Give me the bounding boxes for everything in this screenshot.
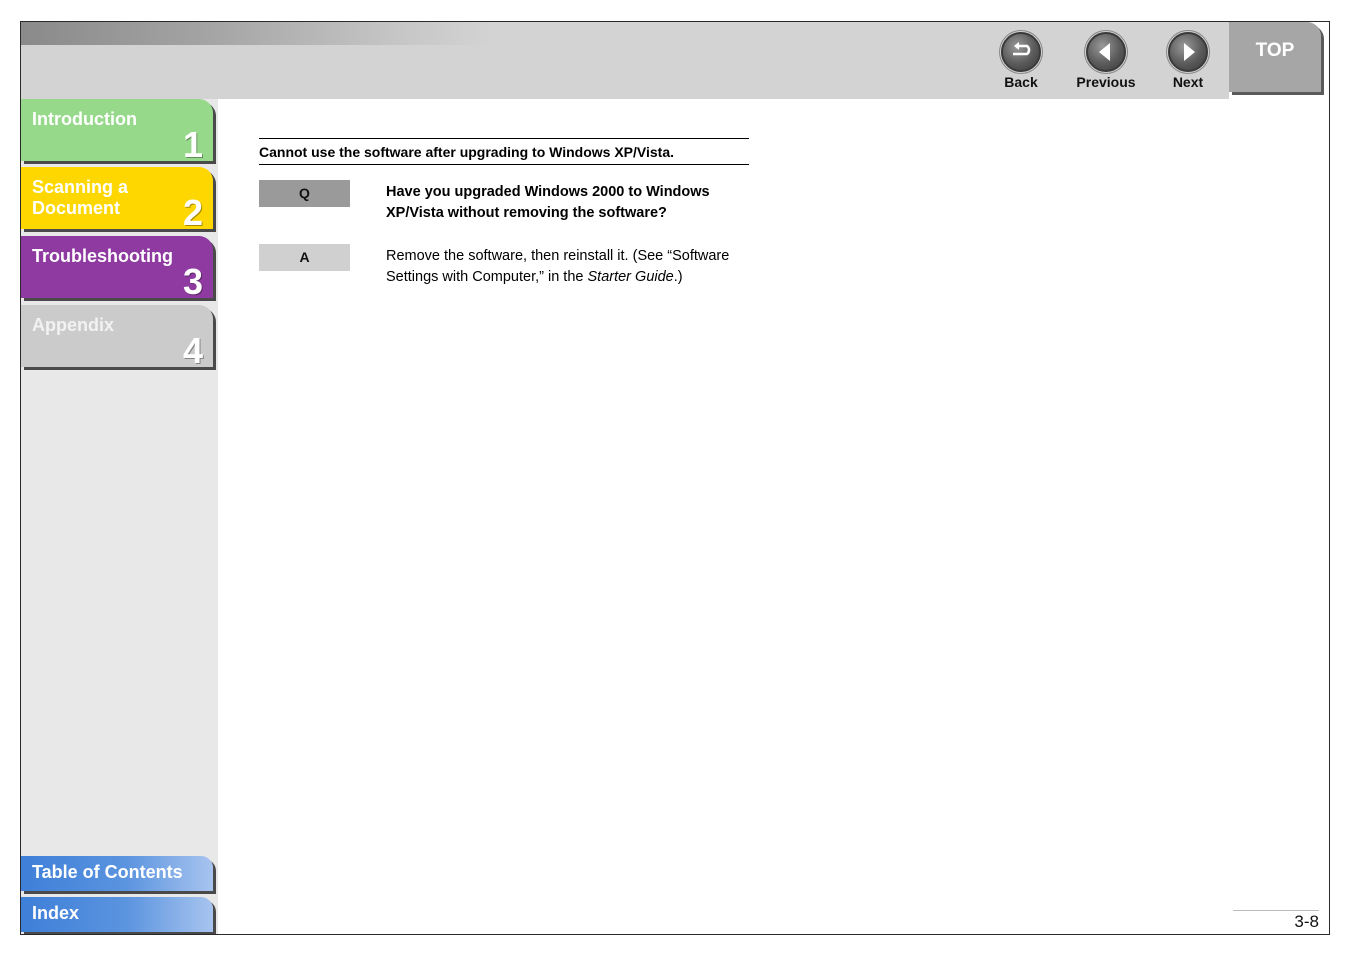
next-label: Next	[1172, 74, 1204, 90]
question-badge: Q	[259, 180, 350, 207]
chapter-label: Scanning a Document	[32, 177, 129, 218]
back-button[interactable]: Back	[981, 32, 1061, 94]
chapter-label: Appendix	[32, 315, 115, 335]
previous-label: Previous	[1076, 74, 1136, 90]
back-label: Back	[1004, 74, 1038, 90]
chapter-sidebar: Introduction 1 Scanning a Document 2 Tro…	[21, 99, 218, 934]
triangle-right-icon	[1168, 32, 1208, 72]
main-content: Cannot use the software after upgrading …	[259, 138, 749, 288]
chapter-label: Troubleshooting	[32, 246, 173, 266]
answer-guide-title[interactable]: Starter Guide	[588, 269, 674, 285]
toc-label: Table of Contents	[32, 862, 183, 882]
triangle-left-icon	[1086, 32, 1126, 72]
answer-badge: A	[259, 244, 350, 271]
question-text: Have you upgraded Windows 2000 to Window…	[386, 184, 710, 221]
previous-button[interactable]: Previous	[1066, 32, 1146, 94]
back-arrow-icon	[1001, 32, 1041, 72]
question-row: Q Have you upgraded Windows 2000 to Wind…	[259, 180, 749, 224]
chapter-number: 4	[182, 330, 203, 371]
answer-row: A Remove the software, then reinstall it…	[259, 244, 749, 288]
chapter-tab-appendix[interactable]: Appendix 4	[21, 305, 213, 371]
manual-page: Back Previous Next TOP Introduction 1 Sc…	[20, 21, 1330, 935]
chapter-number: 1	[182, 124, 203, 165]
next-button[interactable]: Next	[1148, 32, 1228, 94]
table-of-contents-button[interactable]: Table of Contents	[21, 856, 213, 891]
page-number: 3-8	[1233, 910, 1319, 932]
header-gradient-strip	[21, 22, 491, 45]
chapter-tab-troubleshooting[interactable]: Troubleshooting 3	[21, 236, 213, 302]
header-bar: Back Previous Next	[21, 22, 1229, 99]
chapter-tab-scanning[interactable]: Scanning a Document 2	[21, 167, 213, 233]
chapter-number: 3	[182, 261, 203, 302]
chapter-number: 2	[182, 192, 203, 233]
chapter-label: Introduction	[32, 109, 137, 129]
index-button[interactable]: Index	[21, 897, 213, 932]
index-label: Index	[32, 903, 80, 923]
section-title: Cannot use the software after upgrading …	[259, 138, 749, 165]
top-label: TOP	[1255, 40, 1295, 61]
top-button[interactable]: TOP	[1229, 22, 1321, 92]
chapter-tab-introduction[interactable]: Introduction 1	[21, 99, 213, 165]
answer-text-end: .)	[673, 269, 683, 285]
answer-text: Remove the software, then reinstall it. …	[386, 244, 750, 288]
